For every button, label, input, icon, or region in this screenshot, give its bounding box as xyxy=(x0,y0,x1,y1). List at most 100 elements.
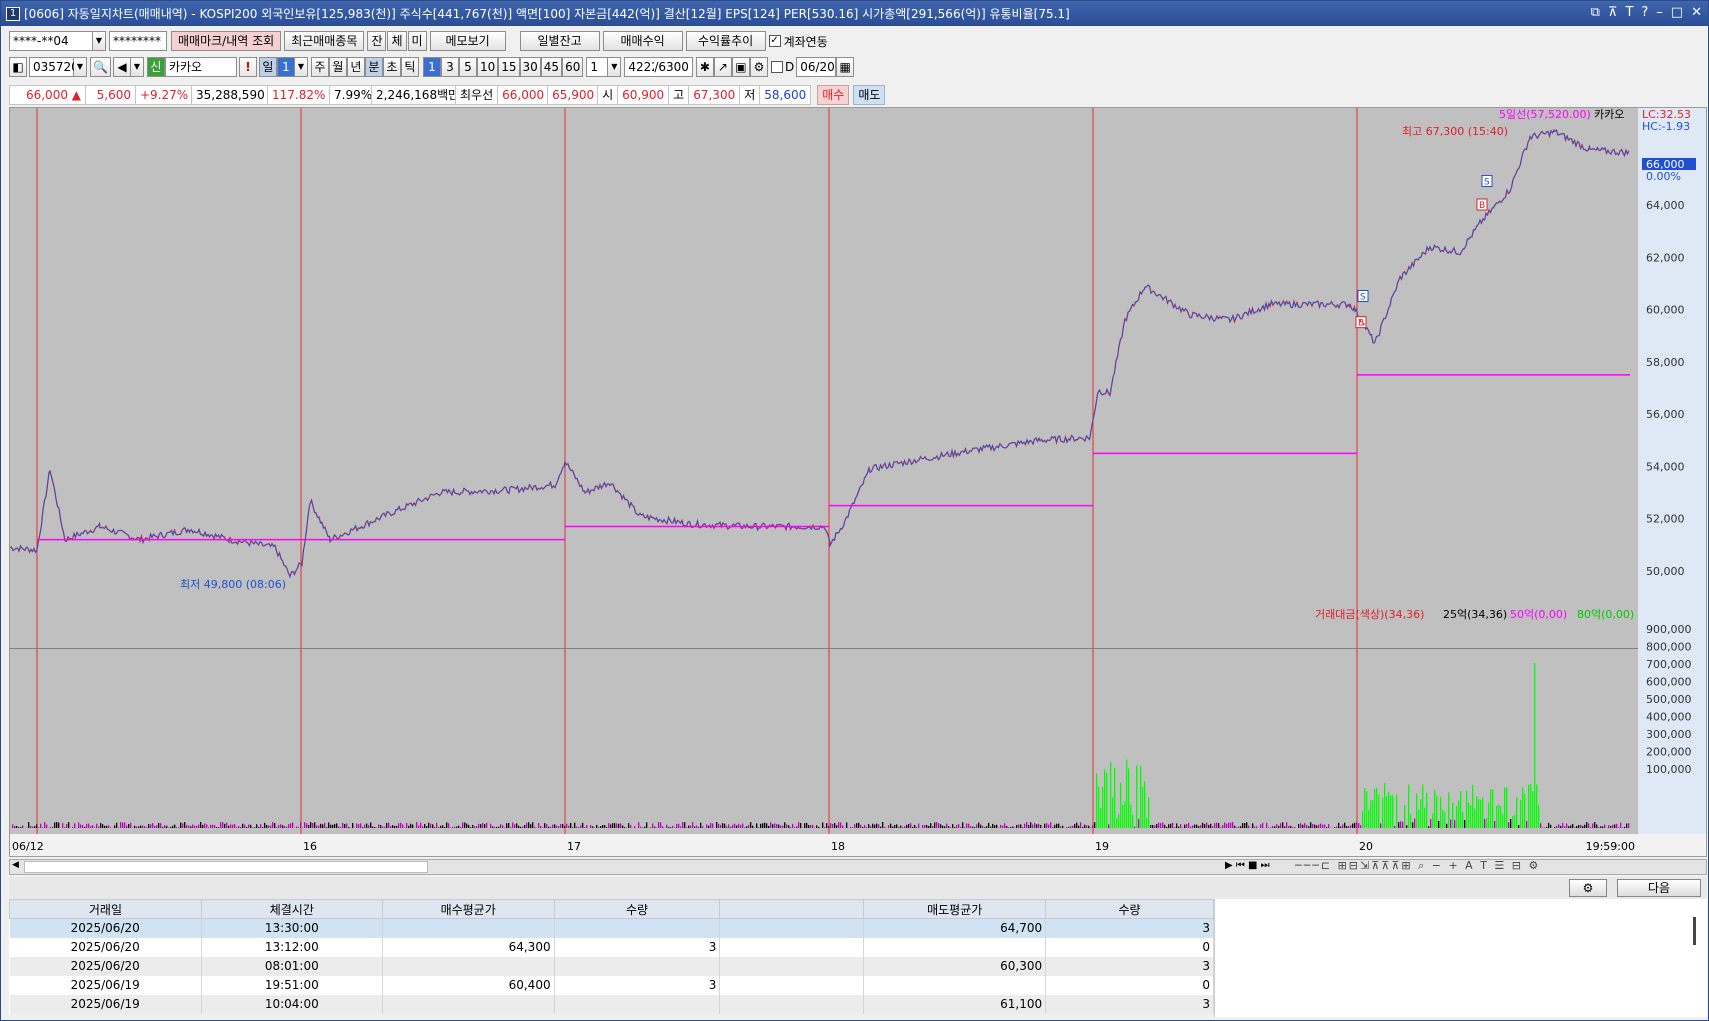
period-week-button[interactable]: 주 xyxy=(310,57,329,77)
custom-period-dropdown-icon[interactable]: ▼ xyxy=(608,57,622,77)
font-icon[interactable]: T xyxy=(1625,5,1633,20)
panel-toggle-icon[interactable]: ◧ xyxy=(9,57,27,77)
period-second-button[interactable]: 초 xyxy=(382,57,401,77)
minute-30-button[interactable]: 30 xyxy=(519,57,541,77)
volume-bar xyxy=(842,825,844,828)
table-row[interactable]: 2025/06/20 13:30:00 64,700 3 xyxy=(9,918,1214,938)
volume-bar xyxy=(254,827,256,828)
recent-stocks-button[interactable]: 최근매매종목 xyxy=(284,31,365,51)
volume-bar xyxy=(334,824,336,828)
sound-dropdown-icon[interactable]: ▼ xyxy=(130,57,144,77)
volume-bar xyxy=(686,827,688,828)
playback-controls[interactable]: ▶ ⏮ ■ ⏭ xyxy=(1225,860,1270,871)
custom-period-input[interactable]: 1 xyxy=(586,57,609,77)
volume-bar xyxy=(528,822,530,828)
period-dropdown-icon[interactable]: ▼ xyxy=(294,57,308,77)
header-time[interactable]: 체결시간 xyxy=(200,899,383,919)
trade-mark-button[interactable]: 매매마크/내역 조회 xyxy=(171,31,282,51)
link-icon[interactable]: ⧉ xyxy=(1591,5,1600,20)
volume-bar xyxy=(278,825,280,828)
date-input[interactable]: 06/20 xyxy=(796,57,837,77)
volume-bar xyxy=(1078,825,1080,828)
help-icon[interactable]: ? xyxy=(1641,5,1648,20)
volume-bar xyxy=(360,823,362,828)
stock-name-field[interactable]: 카카오 xyxy=(164,57,237,77)
code-dropdown-icon[interactable]: ▼ xyxy=(74,57,87,77)
mi-button[interactable]: 미 xyxy=(407,31,427,51)
header-sell-avg[interactable]: 매도평균가 xyxy=(863,899,1047,919)
table-row[interactable]: 2025/06/20 13:12:00 64,300 3 0 xyxy=(9,937,1214,957)
jan-button[interactable]: 잔 xyxy=(367,31,387,51)
account-link-checkbox[interactable]: ✓ xyxy=(768,35,781,47)
minute-1-button[interactable]: 1 xyxy=(422,57,441,77)
period-num-select[interactable]: 1 xyxy=(276,57,295,77)
minute-15-button[interactable]: 15 xyxy=(498,57,520,77)
chart-scrollbar[interactable]: ◀ ▶ ⏮ ■ ⏭ ───⊏ ⊞⊟⇲⊼⊼⊼⊞ ⌕ − + A T ☰ ⊟ ⚙ xyxy=(9,859,1707,875)
volume-bar xyxy=(54,822,56,828)
volume-bar xyxy=(378,824,380,828)
minute-45-button[interactable]: 45 xyxy=(540,57,563,77)
period-month-button[interactable]: 월 xyxy=(328,57,347,77)
close-icon[interactable]: ✕ xyxy=(1691,5,1702,20)
scroll-left-icon[interactable]: ◀ xyxy=(12,860,19,870)
daily-balance-button[interactable]: 일별잔고 xyxy=(519,31,600,51)
date-checkbox[interactable] xyxy=(770,61,783,73)
drawing-tools-icon[interactable]: ───⊏ ⊞⊟⇲⊼⊼⊼⊞ ⌕ − + A T ☰ ⊟ ⚙ xyxy=(1295,859,1540,873)
volume-bar xyxy=(738,823,740,828)
period-day-select[interactable]: 일 xyxy=(258,57,277,77)
volume-bar xyxy=(1040,825,1042,828)
maximize-icon[interactable]: □ xyxy=(1671,5,1683,20)
minute-10-button[interactable]: 10 xyxy=(476,57,499,77)
period-minute-button[interactable]: 분 xyxy=(364,57,383,77)
x-axis-label: 06/12 xyxy=(12,840,44,853)
buy-button[interactable]: 매수 xyxy=(817,85,850,105)
header-buy-avg[interactable]: 매수평균가 xyxy=(381,899,555,919)
alert-icon[interactable]: ! xyxy=(238,57,257,77)
settings-icon[interactable]: ⚙ xyxy=(749,57,768,77)
volume-bar xyxy=(36,824,38,828)
next-button[interactable]: 다음 xyxy=(1617,879,1701,897)
search-icon[interactable]: 🔍 xyxy=(90,57,111,77)
table-scrollbar[interactable] xyxy=(1693,917,1696,945)
table-row[interactable]: 2025/06/20 08:01:00 60,300 3 xyxy=(9,956,1214,976)
pin-icon[interactable]: ⊼ xyxy=(1608,5,1618,20)
volume-bar xyxy=(1050,822,1052,828)
trade-profit-button[interactable]: 매매수익 xyxy=(602,31,683,51)
minimize-icon[interactable]: – xyxy=(1656,5,1663,20)
period-year-button[interactable]: 년 xyxy=(346,57,365,77)
price-chart[interactable]: 64,000 62,000 60,000 58,000 56,000 54,000 52,0… xyxy=(10,108,1706,856)
header-sell-qty[interactable]: 수량 xyxy=(1045,899,1214,919)
bar-count-input[interactable]: 4222 xyxy=(624,57,659,77)
save-icon[interactable]: ▣ xyxy=(731,57,750,77)
minute-3-button[interactable]: 3 xyxy=(440,57,459,77)
chart-area[interactable]: 64,000 62,000 60,000 58,000 56,000 54,000 52,0… xyxy=(9,107,1707,857)
scroll-thumb[interactable] xyxy=(24,861,428,873)
account-dropdown-icon[interactable]: ▼ xyxy=(93,31,106,51)
calendar-icon[interactable]: ▦ xyxy=(836,57,855,77)
volume-bar xyxy=(740,824,742,828)
volume-bar xyxy=(676,823,678,828)
return-trend-button[interactable]: 수익률추이 xyxy=(685,31,766,51)
table-row[interactable]: 2025/06/19 10:04:00 61,100 3 xyxy=(9,994,1214,1014)
password-input[interactable]: ******** xyxy=(109,31,167,51)
indicator-icon[interactable]: ✱ xyxy=(695,57,714,77)
volume-bar xyxy=(444,827,446,828)
stock-code-input[interactable]: 035720 xyxy=(29,57,79,77)
header-buy-qty[interactable]: 수량 xyxy=(553,899,721,919)
volume-bar xyxy=(766,823,768,828)
memo-button[interactable]: 메모보기 xyxy=(429,31,506,51)
period-tick-button[interactable]: 틱 xyxy=(400,57,419,77)
account-input[interactable]: ****-**04 xyxy=(9,31,93,51)
volume-bar xyxy=(148,824,150,828)
draw-tool-icon[interactable]: ↗ xyxy=(713,57,732,77)
sound-icon[interactable]: ◀ xyxy=(112,57,131,77)
volume-bar xyxy=(708,825,710,828)
x-axis-label: 19 xyxy=(1095,840,1109,853)
table-settings-icon[interactable]: ⚙ xyxy=(1569,879,1607,897)
che-button[interactable]: 체 xyxy=(387,31,407,51)
table-row[interactable]: 2025/06/19 19:51:00 60,400 3 0 xyxy=(9,975,1214,995)
sell-button[interactable]: 매도 xyxy=(853,85,886,105)
minute-60-button[interactable]: 60 xyxy=(562,57,584,77)
header-date[interactable]: 거래일 xyxy=(9,899,202,919)
minute-5-button[interactable]: 5 xyxy=(458,57,477,77)
